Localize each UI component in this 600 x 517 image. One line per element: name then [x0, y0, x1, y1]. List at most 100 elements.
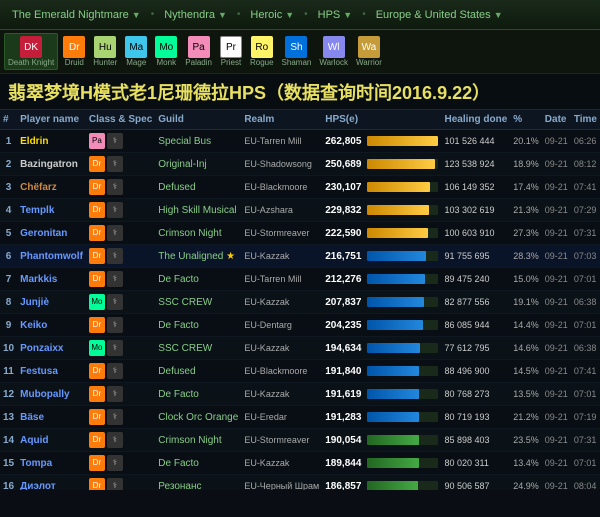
- bar-fill: [367, 274, 425, 284]
- spec-icon: ⚕: [107, 455, 123, 471]
- cell-player[interactable]: Bazingatron: [17, 153, 86, 176]
- col-guild: Guild: [155, 110, 241, 130]
- cell-player[interactable]: Festusa: [17, 360, 86, 383]
- cell-healing: 106 149 352: [441, 176, 510, 199]
- tab-druid[interactable]: Dr Druid: [60, 34, 88, 69]
- cell-player[interactable]: Templk: [17, 199, 86, 222]
- nav-item-metric[interactable]: HPS ▼: [312, 5, 359, 25]
- tab-monk[interactable]: Mo Monk: [152, 34, 180, 69]
- cell-hps: 191,619: [322, 383, 364, 406]
- cell-player[interactable]: Ponzaixx: [17, 337, 86, 360]
- cell-time: 07:41: [571, 176, 600, 199]
- nav-item-raid[interactable]: The Emerald Nightmare ▼: [6, 5, 147, 25]
- nav-item-region[interactable]: Europe & United States ▼: [370, 5, 509, 25]
- cell-hps: 191,283: [322, 406, 364, 429]
- cell-healing: 80 768 273: [441, 383, 510, 406]
- tab-mage[interactable]: Ma Mage: [122, 34, 150, 69]
- nav-raid-arrow: ▼: [132, 10, 141, 20]
- table-row[interactable]: 7 Markkis Dr ⚕ De Facto EU-Tarren Mill 2…: [0, 268, 600, 291]
- table-row[interactable]: 10 Ponzaixx Mo ⚕ SSC CREW EU-Kazzak 194,…: [0, 337, 600, 360]
- cell-realm: EU-Blackmoore: [241, 360, 322, 383]
- cell-player[interactable]: Mubopally: [17, 383, 86, 406]
- cell-hps: 216,751: [322, 245, 364, 268]
- cell-player[interactable]: Chëfarz: [17, 176, 86, 199]
- cell-player[interactable]: Phantomwolf: [17, 245, 86, 268]
- class-icon: Dr: [89, 248, 105, 264]
- tab-shaman[interactable]: Sh Shaman: [279, 34, 315, 69]
- cell-rank: 12: [0, 383, 17, 406]
- tab-paladin[interactable]: Pa Paladin: [182, 34, 215, 69]
- table-row[interactable]: 8 Junjiè Mo ⚕ SSC CREW EU-Kazzak 207,837…: [0, 291, 600, 314]
- cell-player[interactable]: Aquid: [17, 429, 86, 452]
- table-row[interactable]: 14 Aquid Dr ⚕ Crimson Night EU-Stormreav…: [0, 429, 600, 452]
- table-row[interactable]: 3 Chëfarz Dr ⚕ Defused EU-Blackmoore 230…: [0, 176, 600, 199]
- class-icon: Dr: [89, 363, 105, 379]
- tab-rogue[interactable]: Ro Rogue: [247, 34, 277, 69]
- cell-player[interactable]: Geronitan: [17, 222, 86, 245]
- rankings-table-container: # Player name Class & Spec Guild Realm H…: [0, 110, 600, 490]
- nav-item-boss[interactable]: Nythendra ▼: [158, 5, 233, 25]
- cell-time: 06:26: [571, 130, 600, 153]
- cell-class: Dr ⚕: [86, 176, 155, 199]
- nav-sep-2: •: [237, 9, 241, 20]
- table-row[interactable]: 9 Keiko Dr ⚕ De Facto EU-Dentarg 204,235…: [0, 314, 600, 337]
- cell-realm: EU-Kazzak: [241, 337, 322, 360]
- table-row[interactable]: 1 Eldrin Pa ⚕ Special Bus EU-Tarren Mill…: [0, 130, 600, 153]
- table-row[interactable]: 5 Geronitan Dr ⚕ Crimson Night EU-Stormr…: [0, 222, 600, 245]
- cell-realm: EU-Tarren Mill: [241, 268, 322, 291]
- table-row[interactable]: 4 Templk Dr ⚕ High Skill Musical EU-Azsh…: [0, 199, 600, 222]
- table-row[interactable]: 2 Bazingatron Dr ⚕ Original-Inj EU-Shado…: [0, 153, 600, 176]
- cell-realm: EU-Kazzak: [241, 291, 322, 314]
- table-row[interactable]: 12 Mubopally Dr ⚕ De Facto EU-Kazzak 191…: [0, 383, 600, 406]
- cell-player[interactable]: Bäse: [17, 406, 86, 429]
- cell-player[interactable]: Junjiè: [17, 291, 86, 314]
- bar-fill: [367, 343, 420, 353]
- nav-region-arrow: ▼: [494, 10, 503, 20]
- cell-date: 09-21: [542, 153, 571, 176]
- table-row[interactable]: 11 Festusa Dr ⚕ Defused EU-Blackmoore 19…: [0, 360, 600, 383]
- cell-class: Dr ⚕: [86, 199, 155, 222]
- cell-player[interactable]: Диэлот: [17, 475, 86, 491]
- bar-bg: [367, 297, 438, 307]
- spec-icon: ⚕: [107, 432, 123, 448]
- cell-healing: 82 877 556: [441, 291, 510, 314]
- cell-player[interactable]: Markkis: [17, 268, 86, 291]
- cell-player[interactable]: Keiko: [17, 314, 86, 337]
- warrior-label: Warrior: [356, 59, 382, 67]
- cell-percent: 17.4%: [510, 176, 542, 199]
- tab-death-knight[interactable]: DK Death Knight: [4, 33, 58, 70]
- cell-healing: 80 020 311: [441, 452, 510, 475]
- cell-bar: [364, 268, 441, 291]
- nav-sep-4: •: [362, 9, 366, 20]
- spec-icon: ⚕: [107, 179, 123, 195]
- table-row[interactable]: 16 Диэлот Dr ⚕ Резонанс EU-Черный Шрам 1…: [0, 475, 600, 491]
- cell-player[interactable]: Eldrin: [17, 130, 86, 153]
- tab-warlock[interactable]: Wl Warlock: [316, 34, 351, 69]
- dk-icon: DK: [20, 36, 42, 58]
- shaman-label: Shaman: [282, 59, 312, 67]
- bar-bg: [367, 274, 438, 284]
- cell-bar: [364, 383, 441, 406]
- table-row[interactable]: 13 Bäse Dr ⚕ Clock Orc Orange EU-Eredar …: [0, 406, 600, 429]
- cell-rank: 10: [0, 337, 17, 360]
- bar-fill: [367, 435, 418, 445]
- nav-item-difficulty[interactable]: Heroic ▼: [244, 5, 300, 25]
- cell-rank: 2: [0, 153, 17, 176]
- cell-time: 07:03: [571, 245, 600, 268]
- table-row[interactable]: 15 Tompa Dr ⚕ De Facto EU-Kazzak 189,844…: [0, 452, 600, 475]
- cell-hps: 230,107: [322, 176, 364, 199]
- cell-date: 09-21: [542, 360, 571, 383]
- cell-bar: [364, 222, 441, 245]
- spec-icon: ⚕: [107, 225, 123, 241]
- table-row[interactable]: 6 Phantomwolf Dr ⚕ The Unaligned ★ EU-Ka…: [0, 245, 600, 268]
- class-icon: Dr: [89, 317, 105, 333]
- cell-player[interactable]: Tompa: [17, 452, 86, 475]
- cell-date: 09-21: [542, 406, 571, 429]
- cell-bar: [364, 475, 441, 491]
- cell-realm: EU-Blackmoore: [241, 176, 322, 199]
- tab-hunter[interactable]: Hu Hunter: [90, 34, 120, 69]
- bar-fill: [367, 297, 423, 307]
- tab-warrior[interactable]: Wa Warrior: [353, 34, 385, 69]
- tab-priest[interactable]: Pr Priest: [217, 34, 245, 69]
- cell-rank: 9: [0, 314, 17, 337]
